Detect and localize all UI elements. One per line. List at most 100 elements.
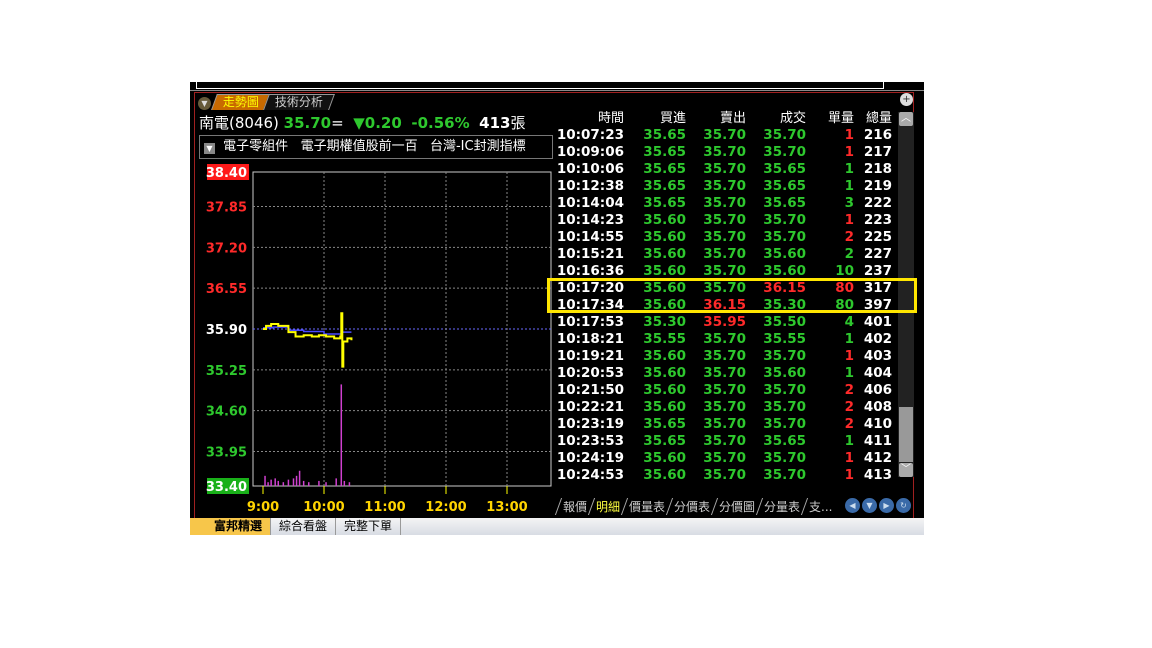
table-row[interactable]: 10:20:53 35.60 35.70 35.60 1 404: [550, 365, 900, 382]
percent-change: -0.56%: [411, 114, 470, 132]
trade-cell: 35.70: [763, 348, 806, 364]
tab-technical-analysis[interactable]: 技術分析: [263, 94, 335, 110]
tick-volume-cell: 1: [844, 178, 854, 194]
footer-tab-overview[interactable]: 綜合看盤: [271, 518, 337, 535]
time-cell: 10:14:04: [556, 195, 624, 211]
ask-cell: 35.70: [703, 399, 746, 415]
col-bid: 買進: [659, 111, 686, 126]
time-cell: 10:14:55: [556, 229, 624, 245]
total-volume-cell: 218: [863, 161, 892, 177]
table-row[interactable]: 10:19:21 35.60 35.70 35.70 1 403: [550, 348, 900, 365]
table-row[interactable]: 10:14:55 35.60 35.70 35.70 2 225: [550, 229, 900, 246]
trade-cell: 35.70: [763, 467, 806, 483]
time-cell: 10:15:21: [556, 246, 624, 262]
bid-cell: 35.65: [643, 195, 686, 211]
ask-cell: 35.70: [703, 246, 746, 262]
tab-volume-table[interactable]: 分量表: [755, 498, 808, 515]
table-row[interactable]: 10:10:06 35.65 35.70 35.65 1 218: [550, 161, 900, 178]
menu-dropdown-icon[interactable]: ▼: [198, 97, 211, 110]
table-row[interactable]: 10:21:50 35.60 35.70 35.70 2 406: [550, 382, 900, 399]
table-row[interactable]: 10:23:19 35.65 35.70 35.70 2 410: [550, 416, 900, 433]
bid-cell: 35.65: [643, 144, 686, 160]
time-cell: 10:22:21: [556, 399, 624, 415]
tab-more[interactable]: 支...: [801, 498, 840, 515]
total-volume-cell: 402: [863, 331, 892, 347]
left-arrow-icon[interactable]: ◀: [845, 498, 860, 513]
col-total-volume: 總量: [865, 111, 892, 126]
table-row[interactable]: 10:24:53 35.60 35.70 35.70 1 413: [550, 467, 900, 484]
stock-name: 南電(8046): [199, 114, 279, 132]
total-volume-cell: 412: [863, 450, 892, 466]
volume-unit: 張: [510, 114, 526, 132]
bid-cell: 35.55: [643, 331, 686, 347]
total-volume-cell: 411: [863, 433, 892, 449]
y-tick-label: 35.25: [206, 364, 247, 379]
tick-volume-cell: 2: [844, 416, 854, 432]
tick-volume-cell: 2: [844, 399, 854, 415]
bid-cell: 35.60: [643, 382, 686, 398]
y-tick-label: 37.20: [206, 241, 247, 256]
ask-cell: 35.70: [703, 212, 746, 228]
refresh-icon[interactable]: ↻: [896, 498, 911, 513]
time-cell: 10:14:23: [556, 212, 624, 228]
total-volume-cell: 216: [863, 127, 892, 143]
right-arrow-icon[interactable]: ▶: [879, 498, 894, 513]
footer-tab-fubon[interactable]: 富邦精選: [190, 518, 272, 535]
y-tick-label: 36.55: [206, 282, 247, 297]
dropdown-check-icon[interactable]: ▼: [204, 143, 215, 154]
table-row[interactable]: 10:12:38 35.65 35.70 35.65 1 219: [550, 178, 900, 195]
table-header: 時間 買進 賣出 成交 單量 總量: [550, 110, 900, 127]
time-cell: 10:10:06: [556, 161, 624, 177]
table-row[interactable]: 10:07:23 35.65 35.70 35.70 1 216: [550, 127, 900, 144]
time-cell: 10:24:53: [556, 467, 624, 483]
time-cell: 10:23:19: [556, 416, 624, 432]
last-price: 35.70: [283, 114, 332, 132]
footer-tabs: 富邦精選 綜合看盤 完整下單: [190, 518, 924, 535]
x-tick-label: 10:00: [303, 500, 344, 512]
down-arrow-icon[interactable]: ▼: [862, 498, 877, 513]
total-volume-cell: 401: [863, 314, 892, 330]
time-cell: 10:23:53: [556, 433, 624, 449]
trade-cell: 35.65: [763, 195, 806, 211]
tab-price-chart[interactable]: 分價圖: [710, 498, 763, 515]
total-volume-cell: 404: [863, 365, 892, 381]
zoom-icon[interactable]: +: [900, 93, 913, 106]
trade-cell: 35.65: [763, 178, 806, 194]
tick-volume-cell: 2: [844, 246, 854, 262]
bid-cell: 35.65: [643, 416, 686, 432]
highlight-box: [547, 278, 917, 313]
table-row[interactable]: 10:24:19 35.60 35.70 35.70 1 412: [550, 450, 900, 467]
ask-cell: 35.95: [703, 314, 746, 330]
scroll-down-icon[interactable]: ﹀: [899, 463, 913, 477]
category-item[interactable]: 電子零組件: [223, 139, 288, 154]
bid-cell: 35.60: [643, 246, 686, 262]
trade-cell: 35.70: [763, 212, 806, 228]
table-row[interactable]: 10:14:23 35.60 35.70 35.70 1 223: [550, 212, 900, 229]
tab-price-table[interactable]: 分價表: [665, 498, 718, 515]
category-item[interactable]: 台灣-IC封測指標: [430, 139, 526, 154]
tick-volume-cell: 3: [844, 195, 854, 211]
table-row[interactable]: 10:22:21 35.60 35.70 35.70 2 408: [550, 399, 900, 416]
category-item[interactable]: 電子期權值股前一百: [301, 139, 418, 154]
tick-volume-cell: 4: [844, 314, 854, 330]
tab-trend-chart[interactable]: 走勢圖: [211, 94, 271, 110]
table-row[interactable]: 10:18:21 35.55 35.70 35.55 1 402: [550, 331, 900, 348]
footer-tab-order[interactable]: 完整下單: [336, 518, 402, 535]
ask-cell: 35.70: [703, 382, 746, 398]
table-row[interactable]: 10:14:04 35.65 35.70 35.65 3 222: [550, 195, 900, 212]
scroll-up-icon[interactable]: ︿: [899, 112, 913, 126]
tab-nav: ◀ ▼ ▶ ↻: [845, 498, 911, 513]
bid-cell: 35.60: [643, 450, 686, 466]
table-row[interactable]: 10:09:06 35.65 35.70 35.70 1 217: [550, 144, 900, 161]
tab-price-volume[interactable]: 價量表: [620, 498, 673, 515]
tick-volume-cell: 1: [844, 144, 854, 160]
total-volume-cell: 406: [863, 382, 892, 398]
scroll-thumb[interactable]: [899, 407, 913, 462]
tick-volume-cell: 1: [844, 212, 854, 228]
table-row[interactable]: 10:17:53 35.30 35.95 35.50 4 401: [550, 314, 900, 331]
price-change: ▼0.20: [353, 114, 402, 132]
bid-cell: 35.60: [643, 467, 686, 483]
tick-volume-cell: 1: [844, 433, 854, 449]
table-row[interactable]: 10:15:21 35.60 35.70 35.60 2 227: [550, 246, 900, 263]
table-row[interactable]: 10:23:53 35.65 35.70 35.65 1 411: [550, 433, 900, 450]
